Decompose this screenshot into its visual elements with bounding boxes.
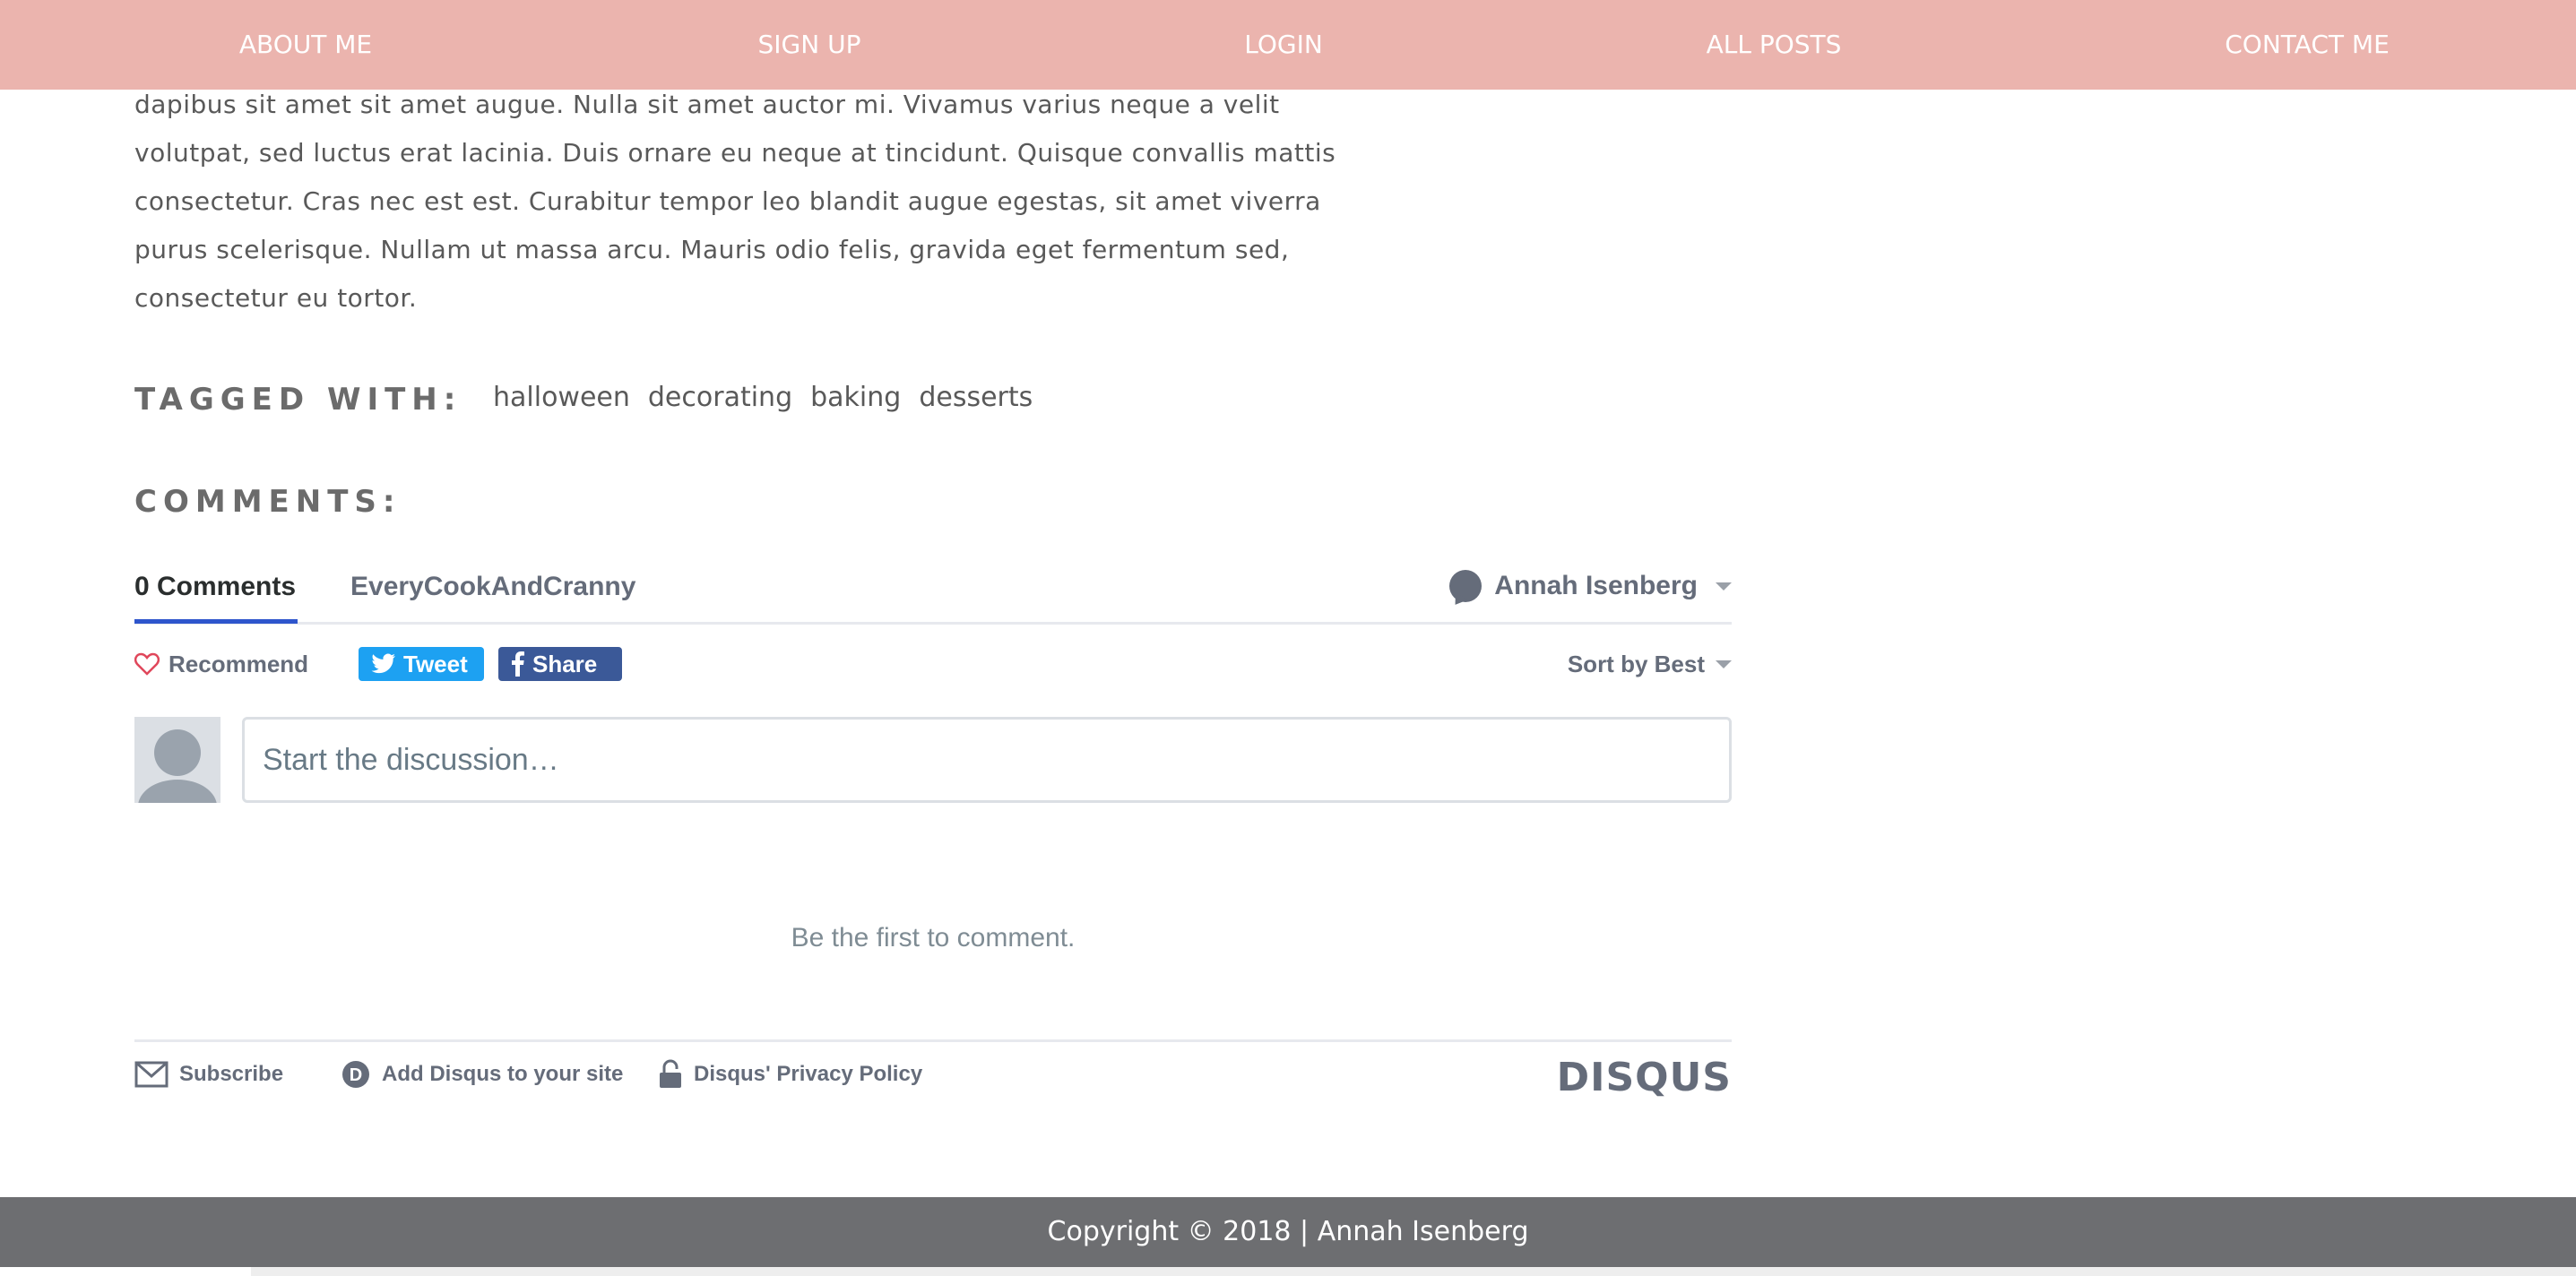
tags-heading: TAGGED WITH:: [134, 382, 462, 418]
tag-desserts[interactable]: desserts: [919, 382, 1033, 413]
disqus-logo[interactable]: DISQUS: [1557, 1055, 1732, 1100]
tag-decorating[interactable]: decorating: [648, 382, 792, 413]
user-menu[interactable]: Annah Isenberg: [1449, 568, 1732, 604]
nav-sign-up[interactable]: SIGN UP: [758, 0, 861, 90]
disqus-thread: 0 Comments EveryCookAndCranny Annah Isen…: [134, 556, 1732, 1100]
article-line: volutpat, sed luctus erat lacinia. Duis …: [134, 138, 1336, 168]
sort-label: Sort by Best: [1567, 650, 1705, 677]
article-line: purus scelerisque. Nullam ut massa arcu.…: [134, 235, 1290, 264]
nav-contact-me[interactable]: CONTACT ME: [2225, 0, 2390, 90]
user-name: Annah Isenberg: [1494, 571, 1698, 600]
active-tab-indicator: [134, 619, 298, 624]
page-bottom-edge: [251, 1267, 2576, 1276]
avatar-body: [138, 780, 217, 803]
facebook-icon: [512, 651, 524, 677]
subscribe-link[interactable]: Subscribe: [134, 1058, 283, 1091]
top-nav: ABOUT ME SIGN UP LOGIN ALL POSTS CONTACT…: [0, 0, 2576, 90]
disqus-d-icon: D: [342, 1061, 369, 1088]
site-footer: Copyright © 2018 | Annah Isenberg: [0, 1197, 2576, 1267]
tab-comments[interactable]: 0 Comments: [134, 572, 296, 602]
tag-list: halloween decorating baking desserts: [493, 382, 1033, 413]
svg-text:D: D: [350, 1065, 362, 1085]
nav-all-posts[interactable]: ALL POSTS: [1707, 0, 1842, 90]
nav-login[interactable]: LOGIN: [1244, 0, 1323, 90]
heart-icon: [134, 652, 160, 676]
add-disqus-label: Add Disqus to your site: [382, 1062, 624, 1086]
notification-bubble-icon: [1449, 570, 1482, 602]
tweet-button[interactable]: Tweet: [359, 647, 484, 681]
sort-dropdown[interactable]: Sort by Best: [1568, 645, 1732, 683]
comments-heading: COMMENTS:: [134, 484, 402, 520]
lock-icon: [660, 1059, 681, 1088]
tab-community[interactable]: EveryCookAndCranny: [350, 572, 635, 602]
comment-input[interactable]: Start the discussion…: [242, 717, 1732, 803]
avatar: [134, 717, 220, 803]
subscribe-label: Subscribe: [179, 1062, 284, 1086]
chevron-down-icon: [1716, 582, 1732, 591]
tag-baking[interactable]: baking: [810, 382, 901, 413]
article-body: dapibus sit amet sit amet augue. Nulla s…: [134, 81, 1389, 323]
avatar-head: [154, 729, 201, 776]
facebook-share-button[interactable]: Share: [498, 647, 622, 681]
disqus-footer: Subscribe D Add Disqus to your site Disq…: [134, 1039, 1732, 1100]
thread-actions: Recommend Tweet Share Sort by Best: [134, 645, 1732, 683]
privacy-label: Disqus' Privacy Policy: [694, 1062, 923, 1086]
tweet-label: Tweet: [403, 650, 468, 677]
tag-halloween[interactable]: halloween: [493, 382, 630, 413]
chevron-down-icon: [1716, 660, 1732, 668]
envelope-icon: [134, 1061, 169, 1088]
copyright-text: Copyright © 2018 | Annah Isenberg: [1047, 1216, 1529, 1247]
recommend-label: Recommend: [169, 650, 309, 677]
recommend-button[interactable]: Recommend: [134, 645, 308, 683]
nav-about-me[interactable]: ABOUT ME: [239, 0, 372, 90]
article-line: consectetur. Cras nec est est. Curabitur…: [134, 186, 1321, 216]
twitter-bird-icon: [371, 653, 395, 674]
disqus-tabs: 0 Comments EveryCookAndCranny Annah Isen…: [134, 556, 1732, 625]
privacy-policy-link[interactable]: Disqus' Privacy Policy: [658, 1058, 922, 1091]
article-line: consectetur eu tortor.: [134, 283, 418, 313]
share-label: Share: [532, 650, 598, 677]
empty-thread-message: Be the first to comment.: [791, 923, 1076, 953]
add-disqus-link[interactable]: D Add Disqus to your site: [341, 1058, 623, 1091]
